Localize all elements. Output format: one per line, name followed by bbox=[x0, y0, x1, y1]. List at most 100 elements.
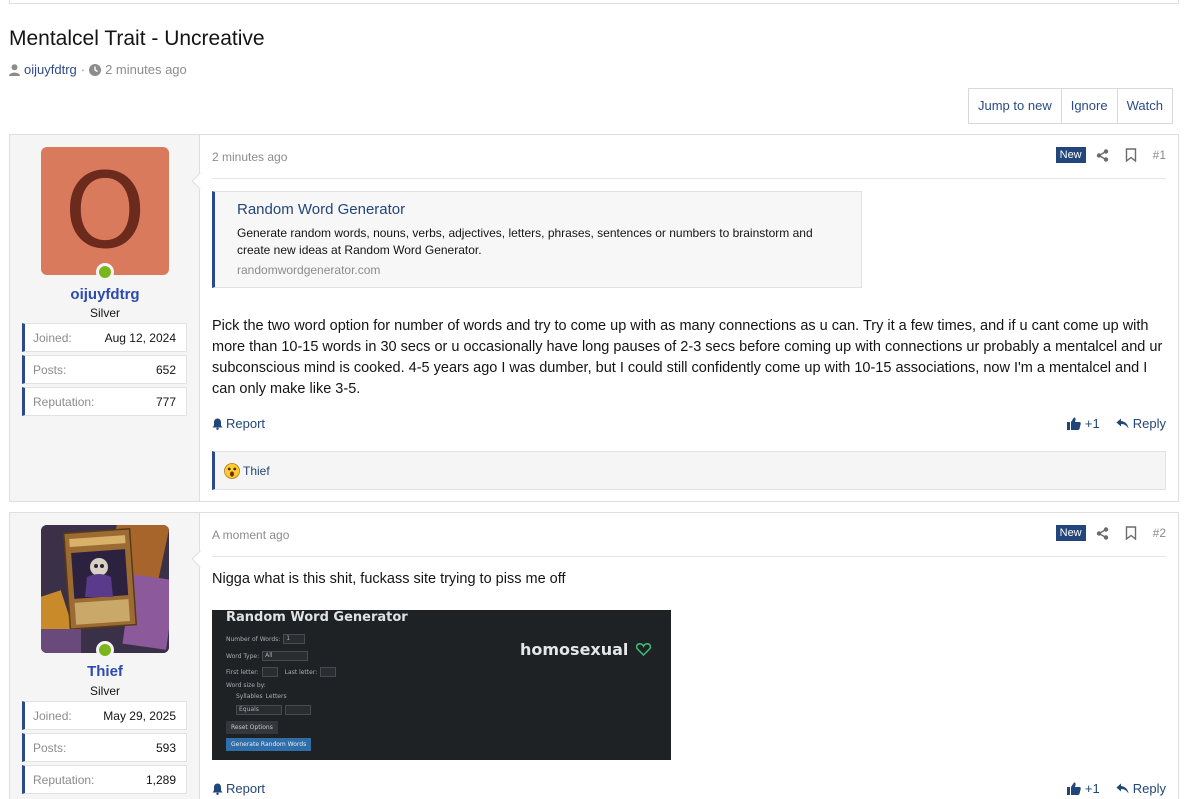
post-body: Pick the two word option for number of w… bbox=[212, 318, 1163, 397]
post-header: A moment ago New #2 bbox=[212, 513, 1166, 557]
avatar-letter: O bbox=[41, 147, 169, 275]
attached-screenshot[interactable]: Random Word Generator Number of Words: 1… bbox=[212, 610, 671, 760]
stat-reputation: Reputation: 777 bbox=[22, 387, 187, 416]
post-date[interactable]: 2 minutes ago bbox=[212, 150, 287, 164]
post-user-panel: Thief Silver Joined: May 29, 2025 Posts:… bbox=[10, 513, 209, 799]
username[interactable]: Thief bbox=[10, 663, 200, 680]
user-icon bbox=[9, 63, 20, 76]
shot-equals-select: Equals bbox=[236, 705, 282, 715]
shot-num-words-value: 1 bbox=[283, 634, 306, 644]
post-date[interactable]: A moment ago bbox=[212, 528, 289, 542]
embed-title[interactable]: Random Word Generator bbox=[237, 201, 839, 218]
post-number[interactable]: #2 bbox=[1153, 526, 1166, 540]
like-button[interactable]: +1 bbox=[1066, 416, 1100, 431]
post-header: 2 minutes ago New #1 bbox=[212, 135, 1166, 179]
shot-reset-button: Reset Options bbox=[226, 721, 278, 734]
shot-word-size-label: Word size by: bbox=[226, 682, 266, 689]
shot-row-count: Number of Words: 1 bbox=[226, 634, 306, 644]
heart-icon bbox=[636, 643, 652, 656]
thread-actions: Jump to new Ignore Watch bbox=[968, 88, 1173, 124]
shot-last-letter-box bbox=[320, 667, 337, 677]
like-count: +1 bbox=[1084, 416, 1100, 431]
user-panel-arrow bbox=[191, 172, 209, 190]
stat-value: 652 bbox=[155, 362, 176, 377]
watch-button[interactable]: Watch bbox=[1117, 89, 1172, 123]
embed-description: Generate random words, nouns, verbs, adj… bbox=[237, 226, 813, 257]
avatar-image bbox=[41, 525, 169, 653]
reply-button[interactable]: Reply bbox=[1116, 416, 1166, 431]
bell-icon bbox=[212, 418, 223, 430]
post-footer-actions: +1 Reply bbox=[1066, 781, 1166, 796]
post-user-panel: O oijuyfdtrg Silver Joined: Aug 12, 2024… bbox=[10, 135, 209, 501]
shot-first-letter-box bbox=[261, 667, 278, 677]
previous-section-border bbox=[9, 0, 1179, 4]
share-icon[interactable] bbox=[1096, 148, 1109, 162]
stat-value: 593 bbox=[155, 740, 176, 755]
report-link[interactable]: Report bbox=[212, 416, 265, 431]
reply-icon bbox=[1116, 418, 1129, 429]
shot-word-type-label: Word Type: bbox=[226, 652, 260, 660]
thread-time: 2 minutes ago bbox=[105, 62, 187, 77]
reply-icon bbox=[1116, 783, 1129, 794]
thread-author-link[interactable]: oijuyfdtrg bbox=[24, 62, 77, 77]
ignore-button[interactable]: Ignore bbox=[1061, 89, 1118, 123]
wow-emoji-icon bbox=[224, 462, 240, 479]
embed-host: randomwordgenerator.com bbox=[237, 263, 381, 277]
post-number[interactable]: #1 bbox=[1153, 148, 1166, 162]
shot-word-type-value: All bbox=[262, 651, 309, 661]
stat-value: 777 bbox=[155, 394, 176, 409]
thread-meta: oijuyfdtrg · 2 minutes ago bbox=[9, 62, 187, 77]
shot-row-size: Word size by: bbox=[226, 682, 266, 689]
stat-joined: Joined: Aug 12, 2024 bbox=[22, 323, 187, 352]
stat-value: 1,289 bbox=[145, 772, 176, 787]
like-count: +1 bbox=[1084, 781, 1100, 796]
stat-posts: Posts: 593 bbox=[22, 733, 187, 762]
post-2: Thief Silver Joined: May 29, 2025 Posts:… bbox=[9, 512, 1179, 799]
stat-label: Joined: bbox=[33, 330, 72, 345]
stat-label: Reputation: bbox=[33, 772, 95, 787]
reply-label: Reply bbox=[1132, 416, 1166, 431]
shot-row-type: Word Type: All bbox=[226, 651, 309, 661]
bookmark-icon[interactable] bbox=[1125, 148, 1137, 162]
shot-num-words-label: Number of Words: bbox=[226, 635, 281, 643]
stat-label: Joined: bbox=[33, 708, 72, 723]
thumbs-up-icon bbox=[1066, 782, 1081, 795]
shot-result-word: homosexual bbox=[520, 640, 629, 659]
new-badge: New bbox=[1055, 147, 1086, 163]
shot-row-letters: First letter: Last letter: bbox=[226, 667, 337, 677]
post-footer-actions: +1 Reply bbox=[1066, 416, 1166, 431]
report-link[interactable]: Report bbox=[212, 781, 265, 796]
shot-first-letter-label: First letter: bbox=[226, 668, 259, 676]
meta-separator: · bbox=[80, 62, 86, 77]
shot-result: homosexual bbox=[520, 640, 652, 659]
shot-syllables-label: Syllables bbox=[236, 693, 263, 700]
post-header-actions: New #2 bbox=[1055, 525, 1166, 541]
clock-icon bbox=[89, 63, 102, 76]
online-indicator bbox=[96, 641, 114, 659]
username[interactable]: oijuyfdtrg bbox=[10, 286, 200, 303]
reaction-user[interactable]: Thief bbox=[243, 464, 270, 478]
thread-title: Mentalcel Trait - Uncreative bbox=[9, 27, 265, 50]
online-indicator bbox=[96, 263, 114, 281]
post-body: Nigga what is this shit, fuckass site tr… bbox=[212, 571, 566, 587]
stat-reputation: Reputation: 1,289 bbox=[22, 765, 187, 794]
bookmark-icon[interactable] bbox=[1125, 526, 1137, 540]
avatar[interactable] bbox=[41, 525, 169, 659]
link-embed[interactable]: Random Word Generator Generate random wo… bbox=[212, 191, 862, 288]
reply-button[interactable]: Reply bbox=[1116, 781, 1166, 796]
reply-label: Reply bbox=[1132, 781, 1166, 796]
avatar[interactable]: O bbox=[41, 147, 169, 281]
like-button[interactable]: +1 bbox=[1066, 781, 1100, 796]
stat-value: May 29, 2025 bbox=[103, 708, 176, 723]
post-1: O oijuyfdtrg Silver Joined: Aug 12, 2024… bbox=[9, 134, 1179, 502]
stat-posts: Posts: 652 bbox=[22, 355, 187, 384]
share-icon[interactable] bbox=[1096, 526, 1109, 540]
post-footer: Report +1 Reply bbox=[212, 781, 1166, 799]
bell-icon bbox=[212, 783, 223, 795]
user-title: Silver bbox=[89, 306, 120, 320]
user-panel-arrow bbox=[191, 550, 209, 568]
jump-to-new-button[interactable]: Jump to new bbox=[969, 89, 1062, 123]
stat-label: Reputation: bbox=[33, 394, 95, 409]
report-label: Report bbox=[226, 416, 266, 431]
reactions-bar[interactable]: Thief bbox=[212, 451, 1166, 490]
